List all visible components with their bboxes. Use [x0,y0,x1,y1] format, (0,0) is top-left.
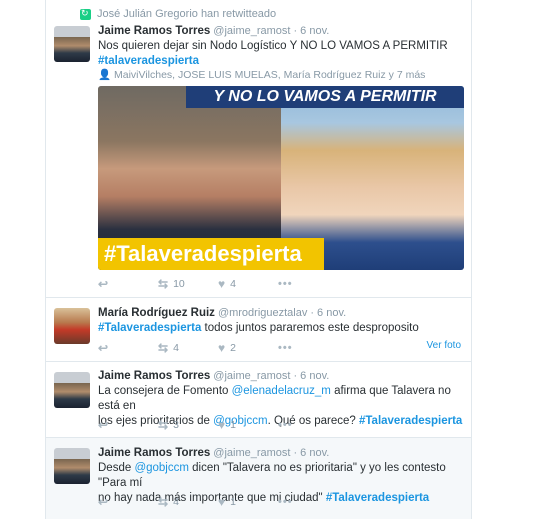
timestamp[interactable]: 6 nov. [300,370,329,382]
media-hashtag-text: #Talaveradespierta [98,238,324,270]
username[interactable]: @jaime_ramost [213,25,290,37]
tweet-actions: ↩ ⇆ 3 ♥ 1 ••• [98,417,338,433]
more-icon: ••• [278,342,293,354]
reply-button[interactable]: ↩ [98,418,158,432]
more-icon: ••• [278,419,293,431]
heart-icon: ♥ [218,418,226,432]
like-count: 1 [230,496,236,508]
fullname[interactable]: María Rodríguez Ruiz [98,307,215,319]
fullname[interactable]: Jaime Ramos Torres [98,370,210,382]
tweet-3[interactable]: Jaime Ramos Torres @jaime_ramost · 6 nov. L… [46,362,471,438]
retweet-count: 10 [173,278,185,290]
username[interactable]: @jaime_ramost [213,447,290,459]
tweet-header: Jaime Ramos Torres @jaime_ramost · 6 nov. [98,370,329,382]
more-button[interactable]: ••• [278,496,338,508]
tweet-actions: ↩ ⇆ 4 ♥ 1 ••• [98,494,338,510]
reply-icon: ↩ [98,418,109,432]
retweet-button[interactable]: ⇆ 4 [158,495,218,509]
tweet-media-image[interactable]: Y NO LO VAMOS A PERMITIR #Talaveradespie… [98,86,464,270]
retweet-context-text[interactable]: José Julián Gregorio han retwitteado [97,8,276,20]
heart-icon: ♥ [218,495,226,509]
tweet-1[interactable]: José Julián Gregorio han retwitteado Jai… [46,0,471,298]
reply-button[interactable]: ↩ [98,341,158,355]
separator-dot: · [293,447,298,459]
like-button[interactable]: ♥ 1 [218,495,278,509]
avatar[interactable] [54,448,90,484]
tweet-text: Nos quieren dejar sin Nodo Logístico Y N… [98,39,463,69]
hashtag-link[interactable]: #Talaveradespierta [98,322,201,334]
like-button[interactable]: ♥ 1 [218,418,278,432]
like-button[interactable]: ♥ 2 [218,341,278,355]
reply-icon: ↩ [98,341,109,355]
hashtag-link[interactable]: #Talaveradespierta [359,415,462,427]
retweet-icon [80,8,91,20]
retweet-count: 3 [173,419,179,431]
tweet-header: Jaime Ramos Torres @jaime_ramost · 6 nov. [98,447,329,459]
like-count: 2 [230,342,236,354]
separator-dot: · [310,307,315,319]
retweet-context: José Julián Gregorio han retwitteado [80,8,276,20]
reply-button[interactable]: ↩ [98,277,158,291]
tagged-users-text: MaiviVilches, JOSE LUIS MUELAS, María Ro… [114,69,426,81]
tweet-header: María Rodríguez Ruiz @mrodriguez­talav · 6 … [98,307,346,319]
retweet-icon: ⇆ [158,495,169,509]
username[interactable]: @jaime_ramost [213,370,290,382]
like-count: 4 [230,278,236,290]
hashtag-link[interactable]: #talaveradespierta [98,55,199,67]
more-button[interactable]: ••• [278,342,338,354]
retweet-button[interactable]: ⇆ 3 [158,418,218,432]
reply-icon: ↩ [98,277,109,291]
tweet-2[interactable]: María Rodríguez Ruiz @mrodriguez­talav · 6 … [46,298,471,362]
tweet-text-part: La consejera de Fomento [98,385,232,397]
retweet-count: 4 [173,342,179,354]
media-banner-text: Y NO LO VAMOS A PERMITIR [186,86,464,108]
more-button[interactable]: ••• [278,278,338,290]
retweet-icon: ⇆ [158,418,169,432]
reply-icon: ↩ [98,495,109,509]
retweet-button[interactable]: ⇆ 4 [158,341,218,355]
avatar[interactable] [54,372,90,408]
tagged-users[interactable]: 👤 MaiviVilches, JOSE LUIS MUELAS, María … [98,68,425,81]
mention-link[interactable]: @elenadelacruz_m [232,385,331,397]
username[interactable]: @mrodriguez­talav [218,307,307,319]
fullname[interactable]: Jaime Ramos Torres [98,447,210,459]
like-count: 1 [230,419,236,431]
fullname[interactable]: Jaime Ramos Torres [98,25,210,37]
heart-icon: ♥ [218,341,226,355]
tweet-text-part: Desde [98,462,135,474]
timestamp[interactable]: 6 nov. [317,307,346,319]
like-button[interactable]: ♥ 4 [218,277,278,291]
more-icon: ••• [278,496,293,508]
more-button[interactable]: ••• [278,419,338,431]
hashtag-link[interactable]: #Talaveradespierta [326,492,429,504]
timeline: José Julián Gregorio han retwitteado Jai… [45,0,472,519]
tweet-actions: ↩ ⇆ 4 ♥ 2 ••• [98,340,338,356]
person-icon: 👤 [98,69,112,81]
avatar[interactable] [54,308,90,344]
retweet-icon: ⇆ [158,341,169,355]
heart-icon: ♥ [218,277,226,291]
timestamp[interactable]: 6 nov. [300,25,329,37]
tweet-actions: ↩ ⇆ 10 ♥ 4 ••• [98,276,338,292]
tweet-text: #Talaveradespierta todos juntos pararemo… [98,321,463,336]
tweet-4[interactable]: Jaime Ramos Torres @jaime_ramost · 6 nov. D… [46,438,471,519]
reply-button[interactable]: ↩ [98,495,158,509]
mention-link[interactable]: @gobjccm [134,462,189,474]
tweet-header: Jaime Ramos Torres @jaime_ramost · 6 nov. [98,25,329,37]
avatar[interactable] [54,26,90,62]
separator-dot: · [293,370,298,382]
tweet-text-rest: todos juntos pararemos este desproposito [201,322,419,334]
tweet-text-line: Nos quieren dejar sin Nodo Logístico Y N… [98,40,448,52]
timestamp[interactable]: 6 nov. [300,447,329,459]
more-icon: ••• [278,278,293,290]
separator-dot: · [293,25,298,37]
retweet-button[interactable]: ⇆ 10 [158,277,218,291]
retweet-icon: ⇆ [158,277,169,291]
view-photo-link[interactable]: Ver foto [427,340,461,351]
retweet-count: 4 [173,496,179,508]
